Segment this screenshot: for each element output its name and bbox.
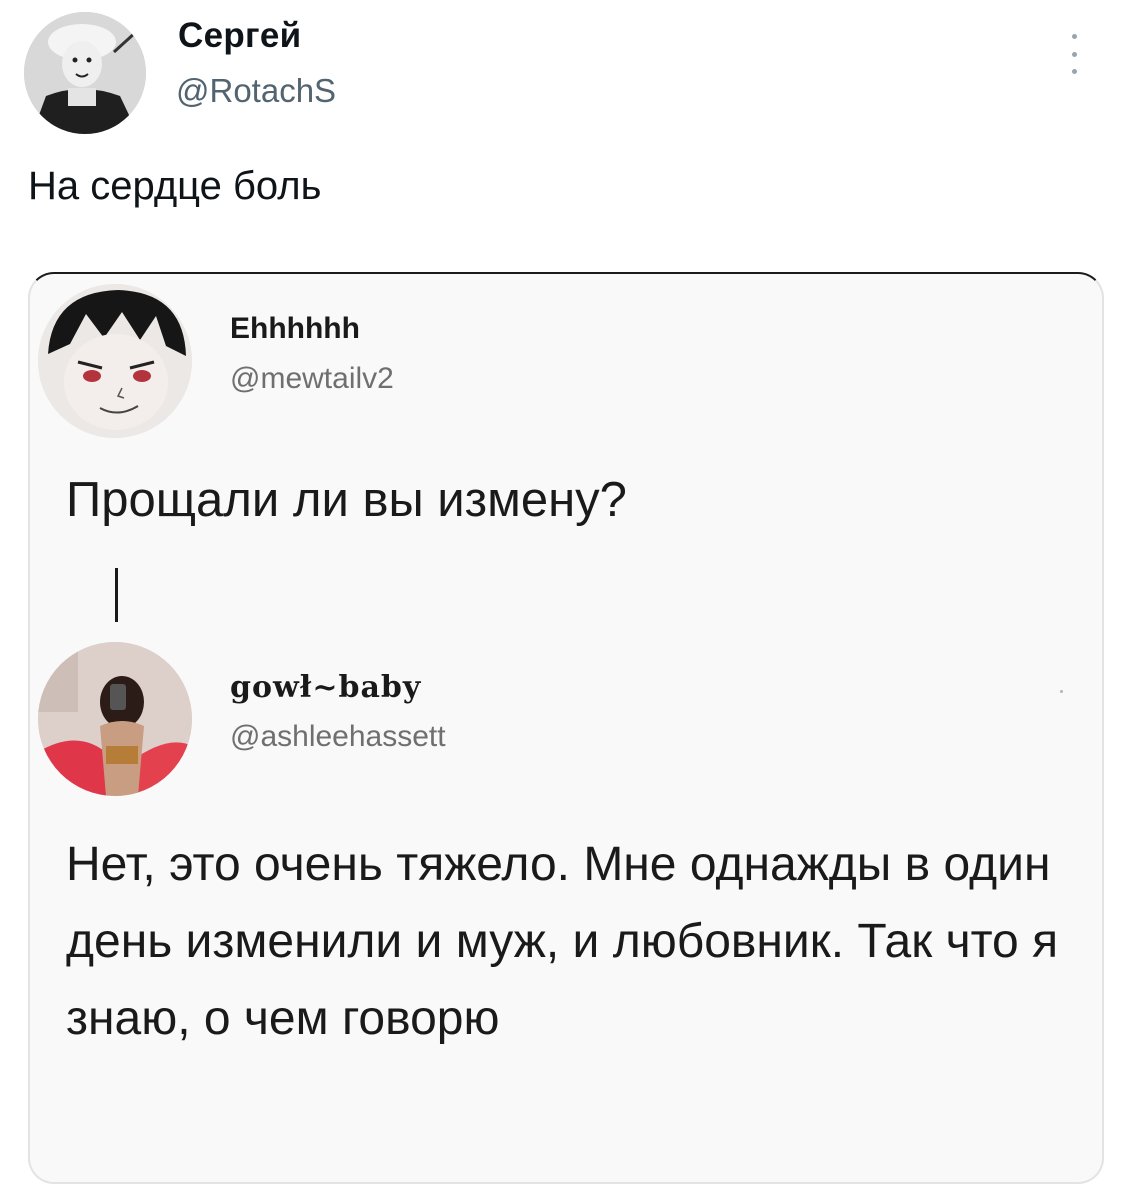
avatar: [38, 284, 192, 438]
author-handle[interactable]: @RotachS: [176, 72, 336, 110]
quoted-author-name: Ehhhhhh: [230, 312, 360, 345]
reply-author-handle: @ashleehassett: [230, 720, 446, 753]
thread-line: [115, 568, 118, 622]
quoted-tweet-text: Прощали ли вы измену?: [66, 473, 627, 527]
more-vertical-icon[interactable]: [1064, 34, 1084, 74]
tweet: Сергей @RotachS На сердце боль Ehhhhhh @…: [0, 0, 1127, 1200]
author-name[interactable]: Сергей: [178, 16, 301, 56]
avatar: [38, 642, 192, 796]
dot-icon: [1060, 690, 1063, 693]
quoted-author-handle: @mewtailv2: [230, 362, 394, 395]
avatar[interactable]: [24, 12, 146, 134]
tweet-text: На сердце боль: [28, 164, 322, 208]
reply-author-name: gowł~baby: [230, 670, 422, 705]
quoted-screenshot[interactable]: Ehhhhhh @mewtailv2 Прощали ли вы измену?…: [28, 272, 1104, 1184]
reply-text: Нет, это очень тяжело. Мне однажды в оди…: [66, 838, 1059, 1045]
